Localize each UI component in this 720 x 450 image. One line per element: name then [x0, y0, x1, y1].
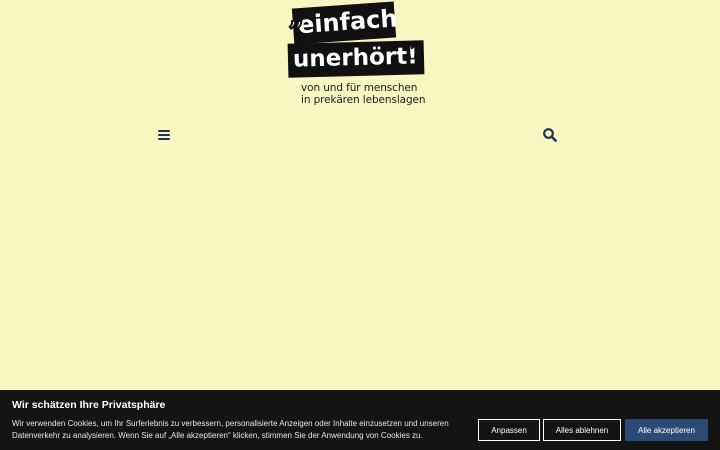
cookie-banner-title: Wir schätzen Ihre Privatsphäre [12, 399, 166, 411]
hamburger-menu-icon[interactable] [157, 128, 171, 142]
search-icon[interactable] [542, 127, 558, 143]
logo-text-unerhoert: unerhört! [292, 43, 418, 73]
logo-tagline-line2: in prekären lebenslagen [301, 94, 426, 106]
logo-band-einfach: einfach [291, 1, 399, 45]
logo-tagline: von und für menschen in prekären lebensl… [301, 82, 426, 106]
logo-text-einfach: einfach [297, 4, 399, 40]
menu-bar [158, 138, 170, 140]
accept-all-cookies-button[interactable]: Alle akzeptieren [625, 419, 708, 441]
logo-band-unerhoert: unerhört! [287, 40, 425, 78]
customize-cookies-button[interactable]: Anpassen [478, 419, 540, 441]
menu-bar [158, 134, 170, 136]
logo-quote-open: „ [288, 2, 305, 32]
logo-quote-close: ” [409, 38, 424, 68]
reject-all-cookies-button[interactable]: Alles ablehnen [543, 419, 621, 441]
site-logo[interactable]: einfach „ unerhört! ” von und für mensch… [287, 1, 427, 108]
search-icon-graphic [543, 128, 557, 142]
logo-tagline-line1: von und für menschen [301, 82, 418, 94]
menu-bar [158, 130, 170, 132]
cookie-banner-text: Wir verwenden Cookies, um Ihr Surferlebn… [12, 419, 449, 440]
